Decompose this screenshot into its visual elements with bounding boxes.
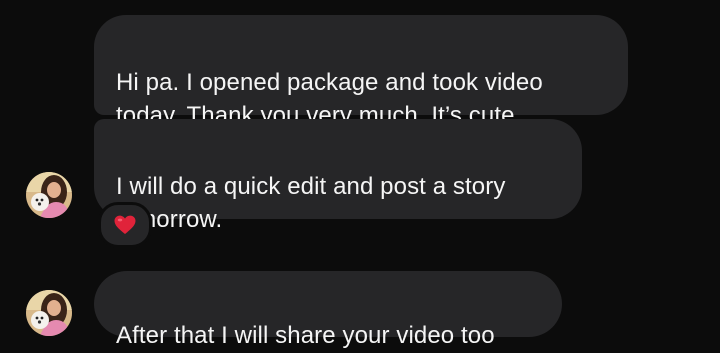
contact-avatar[interactable] xyxy=(26,290,72,336)
message-bubble[interactable]: I will do a quick edit and post a story … xyxy=(94,119,582,233)
message-bubble[interactable]: Hi pa. I opened package and took video t… xyxy=(94,15,628,129)
heart-icon xyxy=(114,215,136,234)
message-bubble[interactable]: After that I will share your video too xyxy=(94,271,562,349)
heart-reaction[interactable] xyxy=(98,202,152,248)
message-text: After that I will share your video too xyxy=(116,322,495,349)
message-text: I will do a quick edit and post a story … xyxy=(116,173,506,233)
contact-avatar[interactable] xyxy=(26,172,72,218)
message-thread: Hi pa. I opened package and took video t… xyxy=(0,0,720,353)
